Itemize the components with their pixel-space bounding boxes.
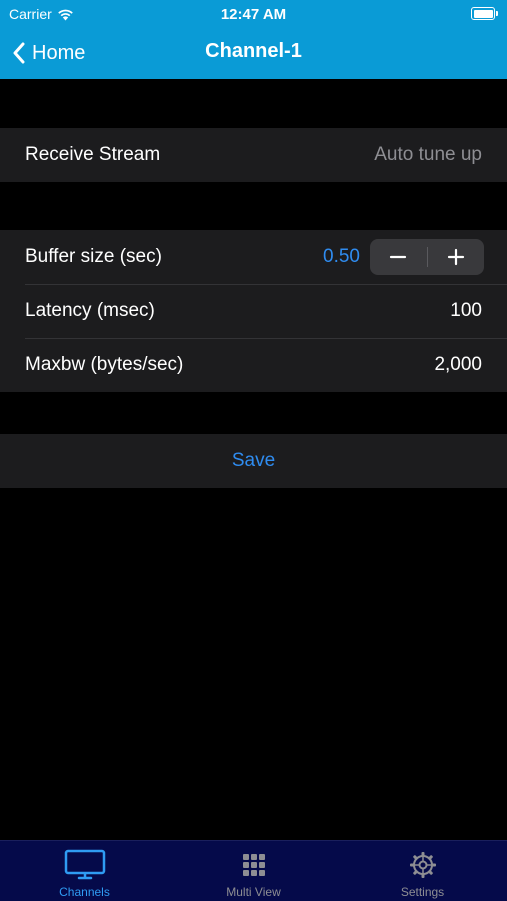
tab-bar: Channels Multi View Settings — [0, 840, 507, 901]
increment-button[interactable] — [428, 239, 485, 275]
maxbw-row[interactable]: Maxbw (bytes/sec) 2,000 — [0, 338, 507, 392]
stream-group: Receive Stream Auto tune up — [0, 128, 507, 182]
buffer-size-stepper — [370, 239, 484, 275]
monitor-icon — [64, 849, 105, 880]
latency-row[interactable]: Latency (msec) 100 — [0, 284, 507, 338]
decrement-button[interactable] — [370, 239, 427, 275]
tab-multi-view[interactable]: Multi View — [169, 841, 338, 901]
save-button[interactable]: Save — [0, 434, 507, 488]
gear-icon — [409, 852, 436, 878]
header: Carrier 12:47 AM Home Channel-1 — [0, 0, 507, 79]
receive-stream-row[interactable]: Receive Stream Auto tune up — [0, 128, 507, 182]
maxbw-label: Maxbw (bytes/sec) — [25, 354, 184, 375]
tab-channels[interactable]: Channels — [0, 841, 169, 901]
tab-settings-label: Settings — [400, 885, 445, 899]
latency-label: Latency (msec) — [25, 300, 155, 321]
grid-icon — [242, 854, 265, 876]
status-bar: Carrier 12:47 AM — [0, 0, 507, 28]
buffer-size-value: 0.50 — [323, 246, 360, 267]
battery-icon — [471, 7, 498, 20]
latency-value: 100 — [450, 300, 482, 321]
params-group: Buffer size (sec) 0.50 Latency (msec) 10… — [0, 230, 507, 392]
buffer-size-label: Buffer size (sec) — [25, 246, 162, 267]
tab-channels-label: Channels — [59, 885, 110, 899]
receive-stream-label: Receive Stream — [25, 144, 161, 165]
tab-settings[interactable]: Settings — [338, 841, 507, 901]
receive-stream-value: Auto tune up — [374, 144, 482, 165]
save-group: Save — [0, 434, 507, 488]
page-title: Channel-1 — [205, 40, 302, 62]
tab-multi-view-label: Multi View — [226, 885, 281, 899]
buffer-size-row: Buffer size (sec) 0.50 — [0, 230, 507, 284]
status-time: 12:47 AM — [220, 6, 287, 23]
maxbw-value: 2,000 — [434, 354, 482, 375]
plus-icon — [447, 248, 464, 266]
navigation-bar: Home Channel-1 — [0, 28, 507, 79]
minus-icon — [390, 255, 407, 259]
